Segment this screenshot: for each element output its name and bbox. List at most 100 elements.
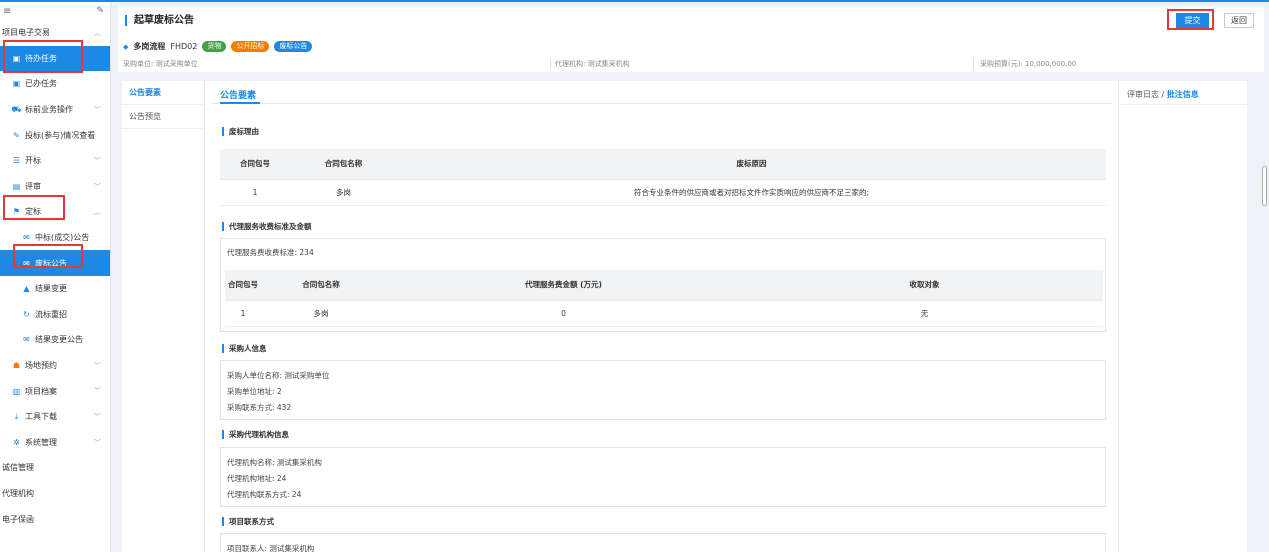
back-button[interactable]: 返回 bbox=[1224, 13, 1254, 28]
tag-goods: 货物 bbox=[202, 41, 227, 52]
chevron-down-icon: ﹀ bbox=[94, 412, 101, 421]
void-reason-table: 合同包号 合同包名称 废标原因 1 多岗 符合专业条件的供应商或者对招标文件作实… bbox=[220, 149, 1106, 206]
sidebar-item-award[interactable]: ⚑ 定标 ︿ bbox=[0, 199, 110, 225]
main-panel: 公告要素 公告预览 公告要素 废标理由 合同包号 合同包名称 废标原因 1 多岗… bbox=[122, 81, 1247, 552]
sidebar-item-award-notice[interactable]: ✉ 中标(成交)公告 bbox=[0, 225, 110, 251]
chevron-up-icon: ︿ bbox=[94, 29, 101, 37]
tag-void-notice: 废标公告 bbox=[274, 41, 313, 52]
archive-icon: ▥ bbox=[12, 386, 21, 396]
menu-icon[interactable]: ≡ bbox=[3, 6, 11, 17]
col-header: 废标原因 bbox=[397, 149, 1106, 180]
fee-standard: 代理服务费收费标准: 234 bbox=[227, 248, 314, 257]
sidebar-item-review[interactable]: ▤ 评审 ﹀ bbox=[0, 174, 110, 200]
divider bbox=[973, 59, 974, 69]
scrollbar-thumb[interactable] bbox=[1262, 166, 1267, 206]
agency-box: 代理机构名称: 测试集采机构 代理机构地址: 24 代理机构联系方式: 24 bbox=[220, 447, 1106, 507]
refresh-icon: ↻ bbox=[23, 309, 30, 319]
sidebar-item-project-archive[interactable]: ▥ 项目档案 ﹀ bbox=[0, 378, 110, 404]
col-header: 合同包号 bbox=[220, 149, 290, 180]
purchaser-address: 采购单位地址: 2 bbox=[227, 387, 282, 396]
sidebar-item-done-tasks[interactable]: ▣ 已办任务 bbox=[0, 71, 110, 97]
sidebar-item-label: 系统管理 bbox=[25, 437, 57, 447]
sidebar-item-rebid[interactable]: ↻ 流标重招 bbox=[0, 302, 110, 328]
sidebar-item-system-management[interactable]: ✲ 系统管理 ﹀ bbox=[0, 430, 110, 456]
annotation-link[interactable]: 批注信息 bbox=[1167, 90, 1199, 99]
sidebar-item-credit-management[interactable]: 诚信管理 bbox=[0, 455, 110, 481]
right-panel-header: 评审日志 / 批注信息 bbox=[1119, 81, 1247, 105]
sidebar-item-agency[interactable]: 代理机构 bbox=[0, 481, 110, 507]
sidebar-item-result-change-notice[interactable]: ✉ 结果变更公告 bbox=[0, 327, 110, 353]
sidebar-item-tool-download[interactable]: ⤓ 工具下载 ﹀ bbox=[0, 404, 110, 430]
section-void-reason-title: 废标理由 bbox=[222, 127, 259, 136]
table-row: 1 多岗 符合专业条件的供应商或者对招标文件作实质响应的供应商不足三家的; bbox=[220, 179, 1106, 206]
cell: 0 bbox=[381, 300, 746, 327]
sidebar-item-label: 投标(参与)情况查看 bbox=[25, 130, 96, 140]
review-log-link[interactable]: 评审日志 bbox=[1127, 90, 1159, 99]
sidebar-item-venue-booking[interactable]: ☗ 场地预约 ﹀ bbox=[0, 353, 110, 379]
project-contact: 项目联系人: 测试集采机构 bbox=[227, 544, 315, 552]
page-header: 起草废标公告 提交 返回 ◆ 多岗流程 FHD02 货物 公开招标 废标公告 采… bbox=[118, 6, 1264, 72]
sidebar-item-label: 电子保函 bbox=[2, 514, 34, 524]
tab-underline bbox=[220, 102, 260, 104]
col-header: 代理服务费金额 (万元) bbox=[381, 270, 746, 301]
mail-icon: ✉ bbox=[23, 335, 30, 345]
section-purchaser-title: 采购人信息 bbox=[222, 344, 267, 353]
col-header: 合同包号 bbox=[225, 270, 261, 301]
chevron-down-icon: ﹀ bbox=[94, 156, 101, 165]
tab-notice-elements[interactable]: 公告要素 bbox=[122, 81, 204, 105]
mail-icon: ✉ bbox=[23, 258, 30, 268]
section-contact-title: 项目联系方式 bbox=[222, 517, 274, 526]
people-icon: ☗ bbox=[12, 361, 21, 371]
chevron-down-icon: ﹀ bbox=[94, 182, 101, 191]
purchaser-info: 采购单位: 测试采购单位 bbox=[123, 60, 198, 68]
sidebar-item-label: 评审 bbox=[25, 181, 41, 191]
edit-icon: ✎ bbox=[13, 130, 20, 140]
sidebar-item-result-change[interactable]: ▲ 结果变更 bbox=[0, 276, 110, 302]
sidebar-item-label: 废标公告 bbox=[35, 258, 67, 268]
budget-info: 采购预算(元): 10,000,000.00 bbox=[980, 60, 1077, 68]
mail-icon: ✉ bbox=[23, 233, 30, 243]
top-accent-bar bbox=[0, 0, 1269, 2]
agency-address: 代理机构地址: 24 bbox=[227, 474, 287, 483]
cell: 符合专业条件的供应商或者对招标文件作实质响应的供应商不足三家的; bbox=[397, 179, 1106, 206]
col-header: 合同包名称 bbox=[290, 149, 397, 180]
sidebar-item-bid-opening[interactable]: ☰ 开标 ﹀ bbox=[0, 148, 110, 174]
sidebar-item-label: 项目电子交易 bbox=[2, 28, 50, 38]
sidebar: ≡ ✎ 项目电子交易 ︿ ▣ 待办任务 ▣ 已办任务 ⛟ 标前业务操作 ﹀ ✎ 投标(参与)… bbox=[0, 2, 111, 552]
sidebar-item-label: 代理机构 bbox=[2, 488, 34, 498]
right-panel: 评审日志 / 批注信息 bbox=[1118, 81, 1247, 552]
award-icon: ⚑ bbox=[12, 207, 21, 217]
agency-name: 代理机构名称: 测试集采机构 bbox=[227, 458, 322, 467]
sidebar-item-void-notice[interactable]: ✉ 废标公告 bbox=[0, 250, 110, 276]
agency-info: 代理机构: 测试集采机构 bbox=[555, 60, 630, 68]
sidebar-item-label: 已办任务 bbox=[25, 79, 57, 89]
sidebar-item-e-guarantee[interactable]: 电子保函 bbox=[0, 506, 110, 532]
sidebar-item-pre-bid-ops[interactable]: ⛟ 标前业务操作 ﹀ bbox=[0, 97, 110, 123]
flow-info: ◆ 多岗流程 FHD02 货物 公开招标 废标公告 bbox=[123, 41, 313, 52]
sidebar-item-label: 工具下载 bbox=[25, 412, 57, 422]
agency-fee-table: 合同包号 合同包名称 代理服务费金额 (万元) 收取对象 1 多岗 0 无 bbox=[225, 270, 1103, 327]
cell: 多岗 bbox=[290, 179, 397, 206]
pin-icon[interactable]: ✎ bbox=[96, 6, 104, 16]
sidebar-item-label: 定标 bbox=[25, 207, 41, 217]
table-header-row: 合同包号 合同包名称 废标原因 bbox=[220, 149, 1106, 180]
purchaser-name: 采购人单位名称: 测试采购单位 bbox=[227, 371, 330, 380]
sidebar-item-label: 开标 bbox=[25, 156, 41, 166]
contact-box: 项目联系人: 测试集采机构 bbox=[220, 533, 1106, 552]
lock-icon: ▲ bbox=[23, 284, 30, 294]
gear-icon: ✲ bbox=[13, 437, 20, 447]
sidebar-item-label: 诚信管理 bbox=[2, 463, 34, 473]
chevron-down-icon: ﹀ bbox=[94, 361, 101, 370]
content-tab-label[interactable]: 公告要素 bbox=[220, 88, 256, 101]
cart-icon: ⛟ bbox=[11, 104, 22, 114]
review-icon: ▤ bbox=[12, 181, 21, 191]
tab-notice-preview[interactable]: 公告预览 bbox=[122, 105, 204, 129]
submit-button[interactable]: 提交 bbox=[1176, 13, 1209, 28]
sidebar-item-bid-participation[interactable]: ✎ 投标(参与)情况查看 bbox=[0, 122, 110, 148]
list-icon: ☰ bbox=[12, 156, 21, 166]
sidebar-item-project-trading[interactable]: 项目电子交易 ︿ bbox=[0, 20, 110, 46]
page-title: 起草废标公告 bbox=[125, 15, 194, 26]
purchaser-box: 采购人单位名称: 测试采购单位 采购单位地址: 2 采购联系方式: 432 bbox=[220, 360, 1106, 420]
sidebar-item-todo-tasks[interactable]: ▣ 待办任务 bbox=[0, 45, 110, 72]
chevron-up-icon: ︿ bbox=[94, 208, 101, 217]
